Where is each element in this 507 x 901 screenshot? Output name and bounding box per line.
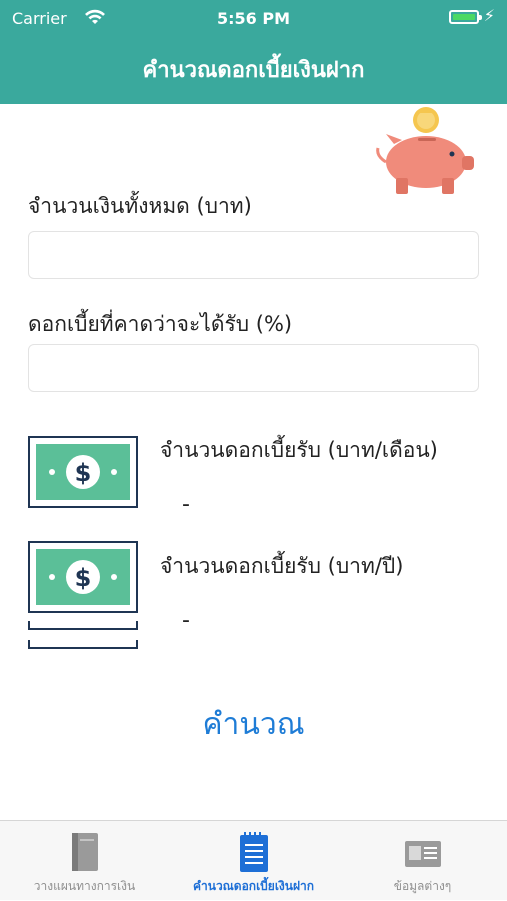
monthly-interest-label: จำนวนดอกเบี้ยรับ (บาท/เดือน) [160, 438, 438, 462]
tab-bar: วางแผนทางการเงิน คำนวณดอกเบี้ยเงินฝาก ข้… [0, 820, 507, 900]
money-stack-icon: $ [28, 541, 138, 657]
tab-label: วางแผนทางการเงิน [33, 879, 136, 893]
amount-label: จำนวนเงินทั้งหมด (บาท) [28, 194, 252, 218]
notepad-icon [169, 831, 338, 875]
piggy-bank-icon [368, 104, 480, 196]
interest-rate-input[interactable] [28, 344, 479, 392]
battery-icon [449, 10, 482, 24]
yearly-interest-value: - [182, 608, 190, 633]
navigation-bar: คำนวณดอกเบี้ยเงินฝาก [0, 38, 507, 104]
money-bill-icon: $ [28, 436, 138, 512]
amount-input[interactable] [28, 231, 479, 279]
tab-information[interactable]: ข้อมูลต่างๆ [338, 821, 507, 901]
calculate-button[interactable]: คำนวณ [0, 700, 507, 749]
svg-text:$: $ [75, 459, 92, 487]
tab-deposit-interest[interactable]: คำนวณดอกเบี้ยเงินฝาก [169, 821, 338, 901]
status-time: 5:56 PM [216, 9, 290, 28]
yearly-interest-label: จำนวนดอกเบี้ยรับ (บาท/ปี) [160, 554, 404, 578]
status-bar: Carrier 5:56 PM ⚡ [0, 0, 507, 38]
svg-text:$: $ [75, 564, 92, 592]
book-icon [0, 831, 169, 875]
page-title: คำนวณดอกเบี้ยเงินฝาก [142, 58, 365, 83]
charging-bolt-icon: ⚡ [483, 6, 495, 25]
tab-label: ข้อมูลต่างๆ [393, 879, 452, 893]
id-card-icon [338, 831, 507, 875]
monthly-interest-value: - [182, 492, 190, 517]
tab-label: คำนวณดอกเบี้ยเงินฝาก [192, 879, 315, 893]
interest-rate-label: ดอกเบี้ยที่คาดว่าจะได้รับ (%) [28, 312, 293, 336]
tab-financial-planning[interactable]: วางแผนทางการเงิน [0, 821, 169, 901]
